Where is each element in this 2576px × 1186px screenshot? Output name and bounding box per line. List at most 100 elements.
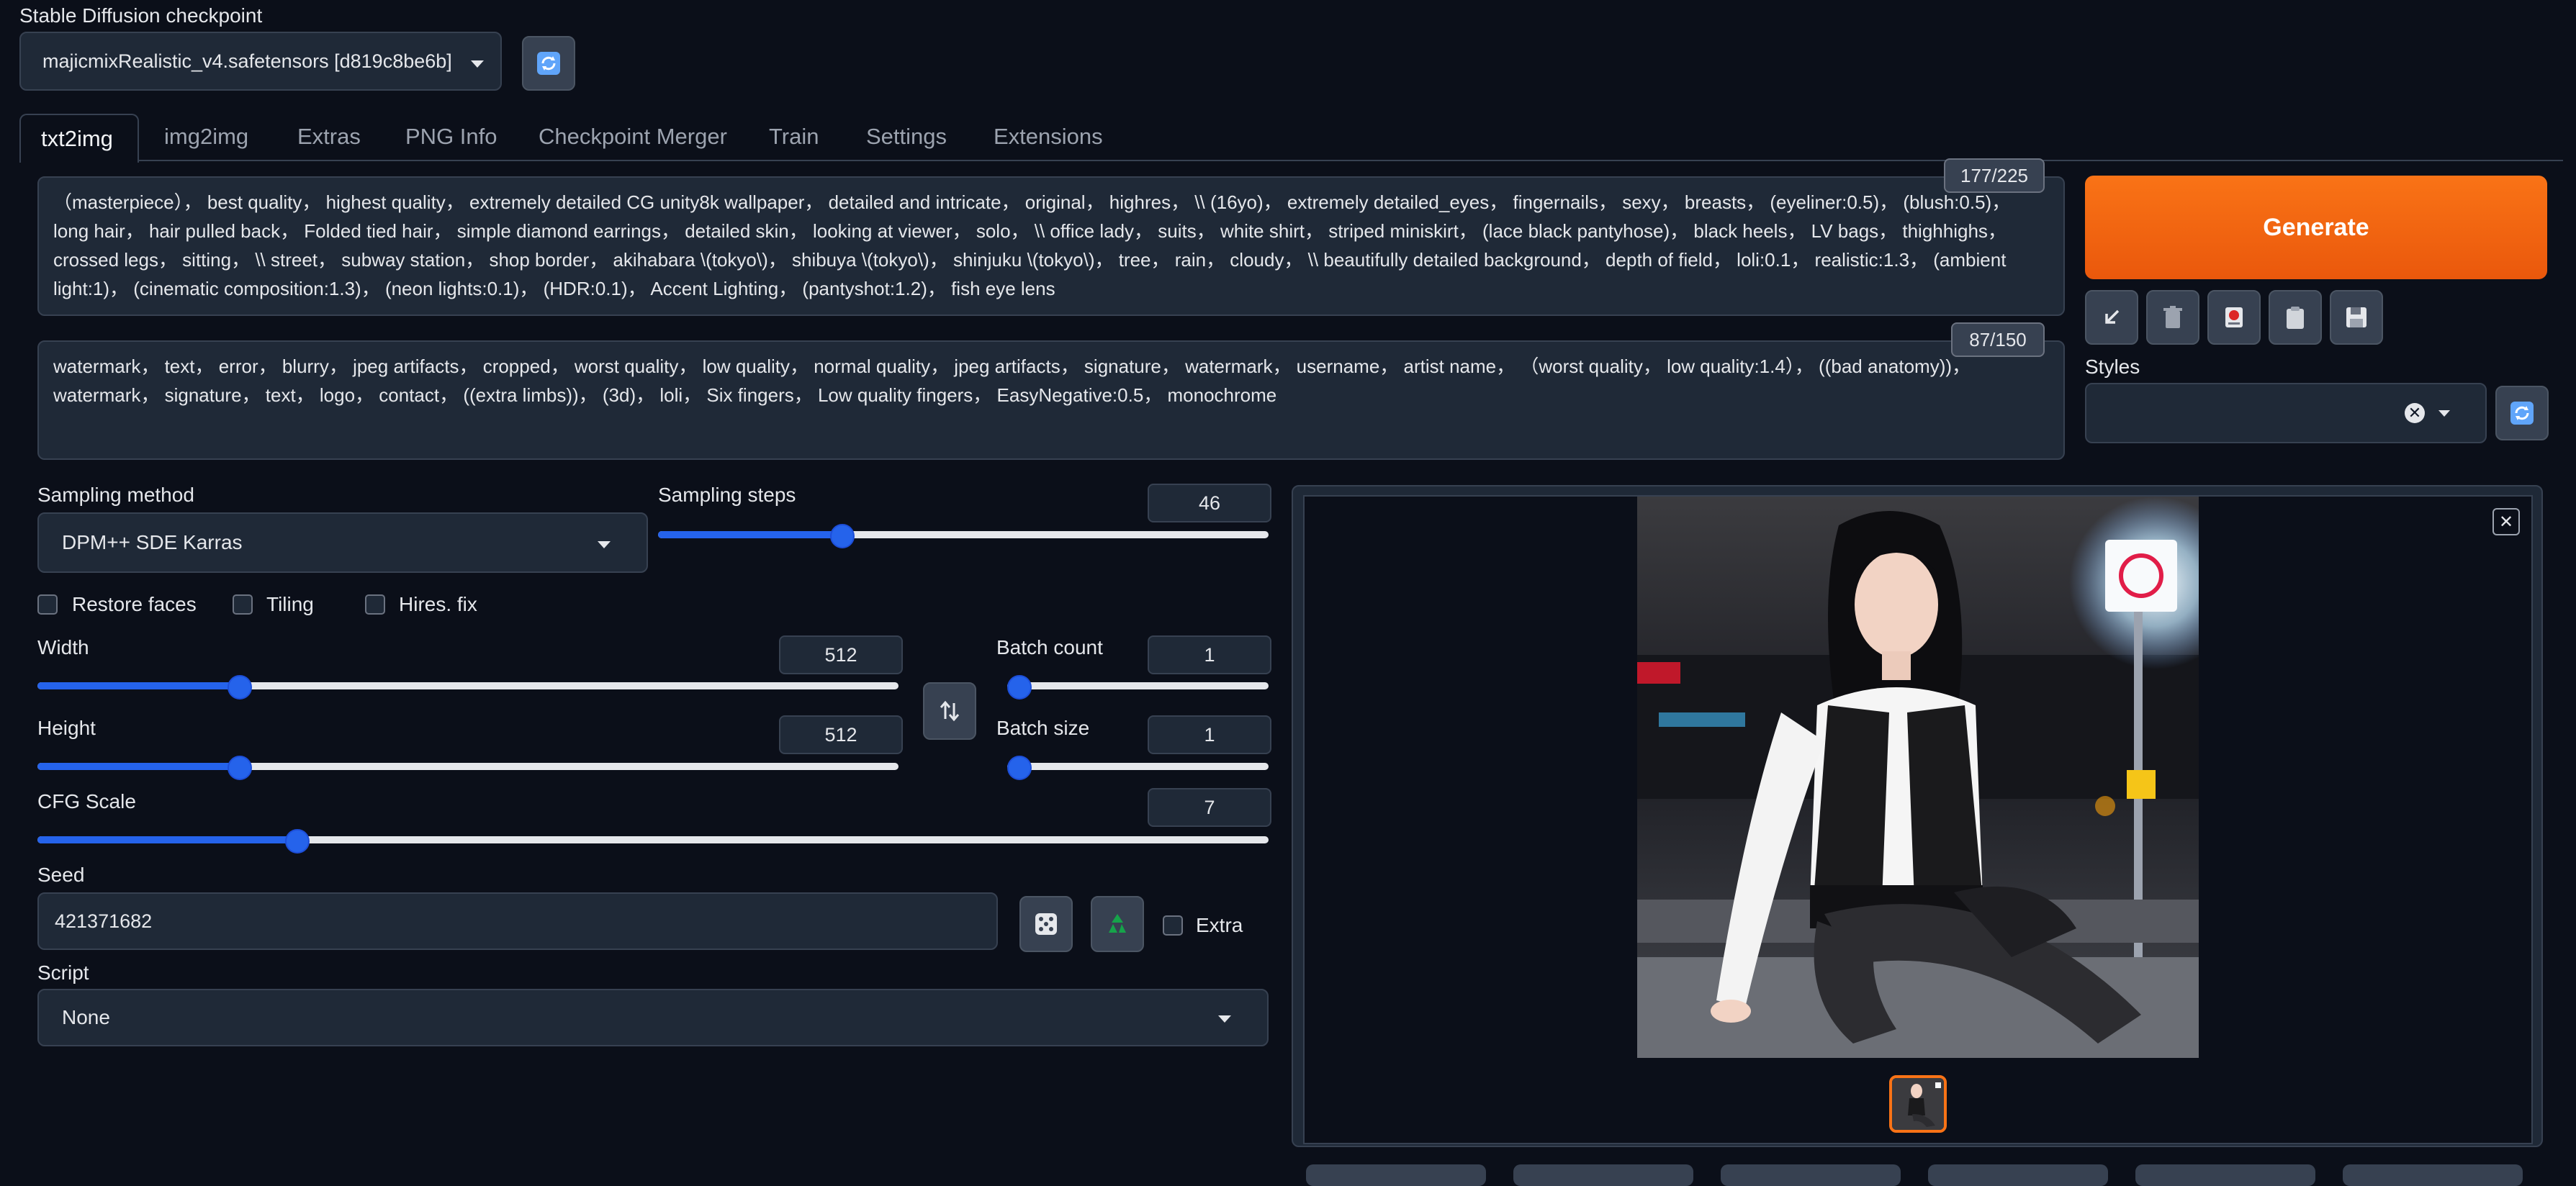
checkpoint-value: majicmixRealistic_v4.safetensors [d819c8… xyxy=(42,50,452,72)
hires-fix-label: Hires. fix xyxy=(399,593,477,615)
tab-png-info[interactable]: PNG Info xyxy=(385,114,518,160)
reuse-seed-button[interactable] xyxy=(1091,896,1144,952)
gallery-thumbnail[interactable] xyxy=(1889,1075,1947,1133)
height-slider[interactable] xyxy=(37,756,899,780)
prompt-input[interactable] xyxy=(37,176,2065,316)
tab-extensions[interactable]: Extensions xyxy=(973,114,1123,160)
height-label: Height xyxy=(37,717,96,739)
seed-value: 421371682 xyxy=(55,910,153,932)
slider-fill xyxy=(37,763,238,770)
restore-faces-checkbox[interactable] xyxy=(37,594,58,615)
recycle-icon xyxy=(1109,914,1126,933)
save-icon xyxy=(2346,307,2366,327)
chevron-down-icon xyxy=(2438,410,2450,417)
negative-prompt-token-counter: 87/150 xyxy=(1951,322,2045,357)
tiling-checkbox[interactable] xyxy=(233,594,253,615)
clear-prompt-button[interactable] xyxy=(2146,290,2199,345)
width-input[interactable]: 512 xyxy=(779,635,903,674)
read-params-button[interactable] xyxy=(2085,290,2138,345)
extra-networks-icon xyxy=(2225,307,2243,327)
generated-image-art xyxy=(1637,497,2199,1058)
chevron-down-icon xyxy=(1218,1015,1231,1023)
refresh-icon xyxy=(2510,402,2534,425)
open-folder-button[interactable] xyxy=(1306,1164,1486,1186)
cfg-scale-slider[interactable] xyxy=(37,829,1269,854)
sampling-method-label: Sampling method xyxy=(37,484,194,506)
seed-label: Seed xyxy=(37,864,85,886)
close-icon: ✕ xyxy=(2498,512,2514,532)
slider-thumb[interactable] xyxy=(227,675,252,700)
seed-input[interactable]: 421371682 xyxy=(37,892,998,950)
refresh-icon xyxy=(537,52,560,75)
width-slider[interactable] xyxy=(37,675,899,700)
tiling-label: Tiling xyxy=(266,593,314,615)
styles-dropdown[interactable]: ✕ xyxy=(2085,383,2487,443)
extra-seed-checkbox[interactable] xyxy=(1163,915,1183,936)
sampling-method-value: DPM++ SDE Karras xyxy=(62,531,243,553)
dice-icon xyxy=(1035,913,1057,935)
close-preview-button[interactable]: ✕ xyxy=(2492,508,2520,535)
refresh-checkpoint-button[interactable] xyxy=(522,36,575,91)
batch-count-input[interactable]: 1 xyxy=(1148,635,1271,674)
cfg-scale-input[interactable]: 7 xyxy=(1148,788,1271,827)
batch-count-slider[interactable] xyxy=(1007,675,1269,700)
send-to-img2img-button[interactable] xyxy=(1928,1164,2108,1186)
negative-prompt-input[interactable] xyxy=(37,340,2065,460)
chevron-down-icon xyxy=(598,541,611,548)
slider-thumb[interactable] xyxy=(830,524,855,548)
script-value: None xyxy=(62,1006,110,1028)
sampling-steps-label: Sampling steps xyxy=(658,484,796,506)
batch-size-slider[interactable] xyxy=(1007,756,1269,780)
script-dropdown[interactable]: None xyxy=(37,989,1269,1046)
tab-txt2img[interactable]: txt2img xyxy=(19,114,139,163)
save-style-button[interactable] xyxy=(2330,290,2383,345)
width-label: Width xyxy=(37,636,89,658)
show-extra-networks-button[interactable] xyxy=(2207,290,2261,345)
clipboard-icon xyxy=(2287,307,2304,329)
clear-styles-icon[interactable]: ✕ xyxy=(2405,403,2425,423)
restore-faces-label: Restore faces xyxy=(72,593,197,615)
height-input[interactable]: 512 xyxy=(779,715,903,754)
apply-style-button[interactable] xyxy=(2269,290,2322,345)
checkpoint-dropdown[interactable]: majicmixRealistic_v4.safetensors [d819c8… xyxy=(19,32,502,91)
checkpoint-label: Stable Diffusion checkpoint xyxy=(19,4,263,27)
tab-extras[interactable]: Extras xyxy=(277,114,381,160)
save-button[interactable] xyxy=(1513,1164,1693,1186)
swap-icon xyxy=(940,700,960,722)
random-seed-button[interactable] xyxy=(1019,896,1073,952)
slider-fill xyxy=(37,682,238,689)
sampling-method-dropdown[interactable]: DPM++ SDE Karras xyxy=(37,512,648,573)
send-to-extras-button[interactable] xyxy=(2343,1164,2523,1186)
slider-thumb[interactable] xyxy=(1007,675,1032,700)
refresh-styles-button[interactable] xyxy=(2495,386,2549,440)
batch-size-input[interactable]: 1 xyxy=(1148,715,1271,754)
slider-thumb[interactable] xyxy=(285,829,310,854)
send-to-inpaint-button[interactable] xyxy=(2135,1164,2315,1186)
sampling-steps-input[interactable]: 46 xyxy=(1148,484,1271,522)
generated-image[interactable] xyxy=(1637,497,2199,1058)
tab-bar-line xyxy=(19,160,2563,161)
tab-train[interactable]: Train xyxy=(749,114,839,160)
slider-fill xyxy=(37,836,297,843)
chevron-down-icon xyxy=(471,60,484,68)
slider-thumb[interactable] xyxy=(1007,756,1032,780)
tab-settings[interactable]: Settings xyxy=(846,114,967,160)
batch-count-label: Batch count xyxy=(996,636,1103,658)
thumbnail-art xyxy=(1892,1078,1944,1130)
slider-fill xyxy=(658,531,842,538)
tab-checkpoint-merger[interactable]: Checkpoint Merger xyxy=(518,114,747,160)
zip-button[interactable] xyxy=(1721,1164,1901,1186)
slider-thumb[interactable] xyxy=(227,756,252,780)
generate-button[interactable]: Generate xyxy=(2085,176,2547,279)
generate-label: Generate xyxy=(2263,213,2369,241)
prompt-token-counter: 177/225 xyxy=(1944,158,2045,193)
script-label: Script xyxy=(37,961,89,984)
hires-fix-checkbox[interactable] xyxy=(365,594,385,615)
sampling-steps-slider[interactable] xyxy=(658,524,1269,548)
extra-seed-label: Extra xyxy=(1196,914,1243,936)
trash-icon xyxy=(2163,306,2182,328)
cfg-scale-label: CFG Scale xyxy=(37,790,136,812)
swap-dimensions-button[interactable] xyxy=(923,682,976,740)
tab-img2img[interactable]: img2img xyxy=(144,114,269,160)
batch-size-label: Batch size xyxy=(996,717,1090,739)
